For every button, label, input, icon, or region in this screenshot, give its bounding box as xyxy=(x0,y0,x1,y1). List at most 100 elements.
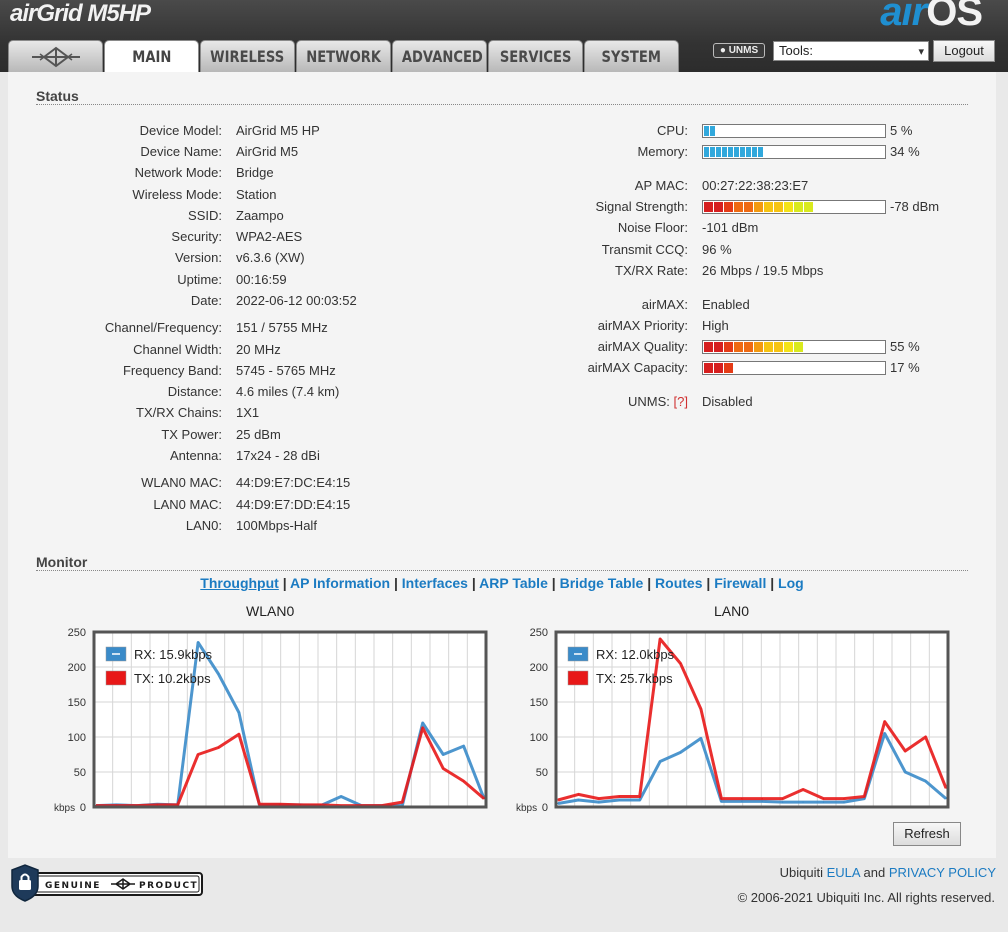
tab-system[interactable]: SYSTEM xyxy=(584,40,679,72)
tab-advanced[interactable]: ADVANCED xyxy=(392,40,487,72)
chart-y-tick-label: 150 xyxy=(530,697,548,709)
chart-data-point xyxy=(679,662,682,665)
monitor-link-log[interactable]: Log xyxy=(778,575,804,591)
unms-label: UNMS: [?] xyxy=(628,394,688,409)
tools-select[interactable]: Tools: ▾ xyxy=(773,41,929,61)
meter-segment xyxy=(714,363,723,373)
chart-data-point xyxy=(462,745,465,747)
chart-data-point xyxy=(217,673,220,675)
lan0-mac-label: LAN0 MAC: xyxy=(153,497,222,512)
brand-logo-os: OS xyxy=(926,0,983,34)
chart-data-point xyxy=(659,638,661,640)
tab-services[interactable]: SERVICES xyxy=(488,40,583,72)
wlan0-mac-label: WLAN0 MAC: xyxy=(141,475,222,490)
unms-badge[interactable]: ● UNMS xyxy=(713,43,765,58)
monitor-link-bridge-table[interactable]: Bridge Table xyxy=(560,575,644,591)
date-value: 2022-06-12 00:03:52 xyxy=(236,293,357,308)
device-model-label: Device Model: xyxy=(139,123,222,138)
chart-data-point xyxy=(442,753,444,756)
tab-wireless[interactable]: WIRELESS xyxy=(200,40,295,72)
meter-segment xyxy=(752,147,757,157)
footer-links: Ubiquiti EULA and PRIVACY POLICY xyxy=(780,865,996,880)
chart-data-point xyxy=(299,804,301,806)
meter-segment xyxy=(794,202,803,212)
chart-data-point xyxy=(700,708,702,710)
tab-ubiquiti-logo[interactable] xyxy=(8,40,103,72)
chart-data-point xyxy=(802,788,804,791)
ssid-value: Zaampo xyxy=(236,208,284,223)
chart-data-point xyxy=(679,751,682,753)
link-separator: | xyxy=(766,575,779,591)
chart-y-tick-label: 50 xyxy=(74,767,86,779)
chart-data-point xyxy=(238,733,240,735)
chart-data-point xyxy=(217,746,220,749)
chart-y-tick-label: 250 xyxy=(530,627,548,639)
chart-data-point xyxy=(904,771,906,773)
meter-segment xyxy=(764,342,773,352)
legend-label-rx: RX: 12.0kbps xyxy=(596,647,675,662)
monitor-link-firewall[interactable]: Firewall xyxy=(714,575,766,591)
chart-data-point xyxy=(782,801,784,803)
channel-width-label: Channel Width: xyxy=(133,342,222,357)
chart-data-point xyxy=(863,795,865,798)
meter-segment xyxy=(740,147,745,157)
device-name-label: Device Name: xyxy=(140,144,222,159)
chart-data-point xyxy=(639,799,641,801)
brand-logo: airOS xyxy=(880,0,983,35)
logout-button[interactable]: Logout xyxy=(933,40,995,62)
chart-y-tick-label: 150 xyxy=(68,697,86,709)
noise-floor-label: Noise Floor: xyxy=(617,220,688,235)
tx-rx-chains-value: 1X1 xyxy=(236,405,260,420)
chart-data-point xyxy=(945,798,947,800)
monitor-link-arp-table[interactable]: ARP Table xyxy=(479,575,548,591)
chart-data-point xyxy=(598,798,600,800)
tab-network[interactable]: NETWORK xyxy=(296,40,391,72)
monitor-link-interfaces[interactable]: Interfaces xyxy=(402,575,468,591)
meter-segment xyxy=(744,342,753,352)
noise-floor-value: -101 dBm xyxy=(702,220,759,235)
meter-segment xyxy=(722,147,727,157)
ap-mac-label: AP MAC: xyxy=(634,178,688,193)
wireless-mode-value: Station xyxy=(236,187,277,202)
chart-y-tick-label: 50 xyxy=(536,767,548,779)
airmax-value: Enabled xyxy=(702,297,750,312)
monitor-link-ap-information[interactable]: AP Information xyxy=(290,575,390,591)
chart-data-point xyxy=(197,641,199,644)
meter-segment xyxy=(704,126,709,136)
cpu-label: CPU: xyxy=(656,123,688,138)
chevron-down-icon: ▾ xyxy=(918,46,924,58)
meter-segment xyxy=(784,202,793,212)
monitor-link-throughput[interactable]: Throughput xyxy=(200,575,279,591)
airmax-quality-value: 55 % xyxy=(890,339,920,354)
airmax-priority-label: airMAX Priority: xyxy=(597,318,688,333)
device-model-value: AirGrid M5 HP xyxy=(236,123,320,138)
signal-meter xyxy=(702,200,886,214)
chart-y-tick-label: 100 xyxy=(68,732,86,744)
antenna-value: 17x24 - 28 dBi xyxy=(236,448,320,463)
meter-segment xyxy=(704,342,713,352)
privacy-policy-link[interactable]: PRIVACY POLICY xyxy=(889,865,996,880)
refresh-button[interactable]: Refresh xyxy=(893,822,961,846)
tab-main[interactable]: MAIN xyxy=(104,40,199,73)
airmax-quality-meter xyxy=(702,340,886,354)
chart-data-point xyxy=(557,799,559,801)
tx-power-value: 25 dBm xyxy=(236,427,281,442)
wireless-mode-label: Wireless Mode: xyxy=(132,187,222,202)
chart-data-point xyxy=(422,722,424,724)
meter-segment xyxy=(714,202,723,212)
version-value: v6.3.6 (XW) xyxy=(236,250,305,265)
eula-link[interactable]: EULA xyxy=(827,865,860,880)
unms-help-link[interactable]: [?] xyxy=(674,394,688,409)
chart-y-tick-label: 200 xyxy=(530,662,548,674)
meter-segment xyxy=(704,147,709,157)
channel-frequency-value: 151 / 5755 MHz xyxy=(236,320,328,335)
chart-data-point xyxy=(442,767,444,770)
monitor-link-routes[interactable]: Routes xyxy=(655,575,702,591)
link-separator: | xyxy=(643,575,656,591)
airmax-capacity-label: airMAX Capacity: xyxy=(587,360,688,375)
meter-segment xyxy=(710,147,715,157)
status-title: Status xyxy=(36,88,79,104)
chart-data-point xyxy=(843,798,845,800)
uptime-value: 00:16:59 xyxy=(236,272,287,287)
chart-data-point xyxy=(618,799,620,801)
